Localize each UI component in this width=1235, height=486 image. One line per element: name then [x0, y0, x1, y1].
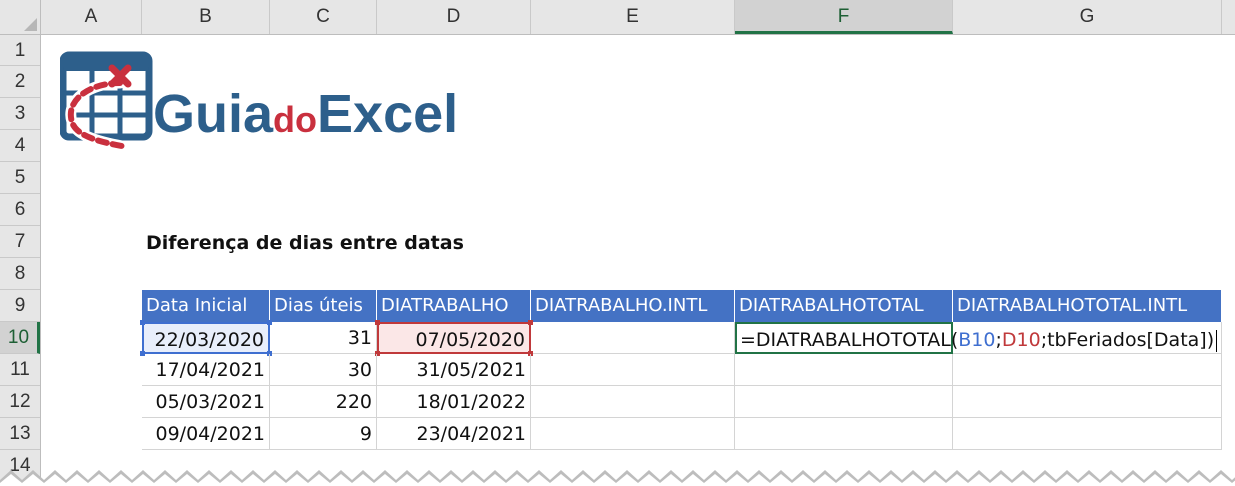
- table-header-diatrabalhototal[interactable]: DIATRABALHOTOTAL: [735, 290, 953, 322]
- table-header-diatrabalho-intl[interactable]: DIATRABALHO.INTL: [531, 290, 735, 322]
- torn-edge-decoration: [0, 462, 1235, 486]
- column-header-bar: A B C D E F G: [41, 0, 1235, 35]
- text-cursor: [1216, 329, 1218, 352]
- cell-f10-formula-editor[interactable]: =DIATRABALHOTOTAL(B10;D10;tbFeriados[Dat…: [735, 322, 1218, 354]
- cell-d11[interactable]: 31/05/2021: [377, 354, 531, 386]
- cell-b10[interactable]: 22/03/2020: [142, 322, 270, 354]
- cell-e11[interactable]: [531, 354, 735, 386]
- formula-ref-d10: D10: [1001, 329, 1041, 351]
- cell-e10[interactable]: [531, 322, 735, 354]
- cell-f13[interactable]: [735, 418, 953, 450]
- cell-f11[interactable]: [735, 354, 953, 386]
- cell-c12[interactable]: 220: [270, 386, 377, 418]
- column-header-c[interactable]: C: [270, 0, 377, 34]
- select-all-corner[interactable]: [0, 0, 41, 35]
- cell-g11[interactable]: [953, 354, 1222, 386]
- row-header-2[interactable]: 2: [0, 66, 40, 98]
- column-header-g[interactable]: G: [953, 0, 1222, 34]
- row-header-1[interactable]: 1: [0, 35, 40, 66]
- row-header-6[interactable]: 6: [0, 194, 40, 226]
- range-handle-d10-top-right[interactable]: [528, 320, 533, 325]
- table-header-data-inicial[interactable]: Data Inicial: [142, 290, 270, 322]
- logo-text-excel: Excel: [317, 84, 459, 144]
- column-header-e[interactable]: E: [531, 0, 735, 34]
- cell-b12[interactable]: 05/03/2021: [142, 386, 270, 418]
- logo-wordmark: GuiadoExcel: [153, 84, 458, 150]
- cell-d10[interactable]: 07/05/2020: [377, 322, 531, 354]
- row-header-5[interactable]: 5: [0, 162, 40, 194]
- logo-text-do: do: [273, 99, 318, 140]
- range-handle-b10-top-right[interactable]: [267, 320, 272, 325]
- logo-text-guia: Guia: [153, 84, 274, 144]
- cell-b11[interactable]: 17/04/2021: [142, 354, 270, 386]
- row-header-8[interactable]: 8: [0, 258, 40, 290]
- guia-do-excel-logo: GuiadoExcel: [60, 50, 480, 150]
- cell-g12[interactable]: [953, 386, 1222, 418]
- row-header-4[interactable]: 4: [0, 130, 40, 162]
- row-header-bar: 1 2 3 4 5 6 7 8 9 10 11 12 13 14: [0, 35, 41, 486]
- spreadsheet: A B C D E F G 1 2 3 4 5 6 7 8 9 10 11 12…: [0, 0, 1235, 486]
- column-header-b[interactable]: B: [142, 0, 270, 34]
- sheet-title[interactable]: Diferença de dias entre datas: [146, 230, 464, 256]
- range-handle-d10-top-left[interactable]: [375, 320, 380, 325]
- cell-c13[interactable]: 9: [270, 418, 377, 450]
- select-all-triangle-icon: [24, 18, 37, 31]
- row-header-9[interactable]: 9: [0, 290, 40, 322]
- row-header-7[interactable]: 7: [0, 226, 40, 258]
- row-header-13[interactable]: 13: [0, 418, 40, 450]
- row-header-3[interactable]: 3: [0, 98, 40, 130]
- row-header-12[interactable]: 12: [0, 386, 40, 418]
- cell-d13[interactable]: 23/04/2021: [377, 418, 531, 450]
- formula-rest: ;tbFeriados[Data]): [1040, 329, 1215, 351]
- row-header-11[interactable]: 11: [0, 354, 40, 386]
- cell-e13[interactable]: [531, 418, 735, 450]
- row-header-10[interactable]: 10: [0, 322, 40, 354]
- cell-c11[interactable]: 30: [270, 354, 377, 386]
- formula-prefix: =DIATRABALHOTOTAL(: [740, 329, 959, 351]
- column-header-f[interactable]: F: [735, 0, 953, 34]
- spreadsheet-map-icon: [60, 51, 153, 150]
- range-handle-b10-top-left[interactable]: [140, 320, 145, 325]
- column-header-a[interactable]: A: [41, 0, 142, 34]
- column-header-d[interactable]: D: [377, 0, 531, 34]
- table-header-diatrabalhototal-intl[interactable]: DIATRABALHOTOTAL.INTL: [953, 290, 1222, 322]
- formula-ref-b10: B10: [958, 329, 996, 351]
- cell-e12[interactable]: [531, 386, 735, 418]
- cell-d12[interactable]: 18/01/2022: [377, 386, 531, 418]
- cell-g13[interactable]: [953, 418, 1222, 450]
- cell-f12[interactable]: [735, 386, 953, 418]
- cell-b13[interactable]: 09/04/2021: [142, 418, 270, 450]
- cell-c10[interactable]: 31: [270, 322, 377, 354]
- table-header-diatrabalho[interactable]: DIATRABALHO: [377, 290, 531, 322]
- table-header-dias-uteis[interactable]: Dias úteis: [270, 290, 377, 322]
